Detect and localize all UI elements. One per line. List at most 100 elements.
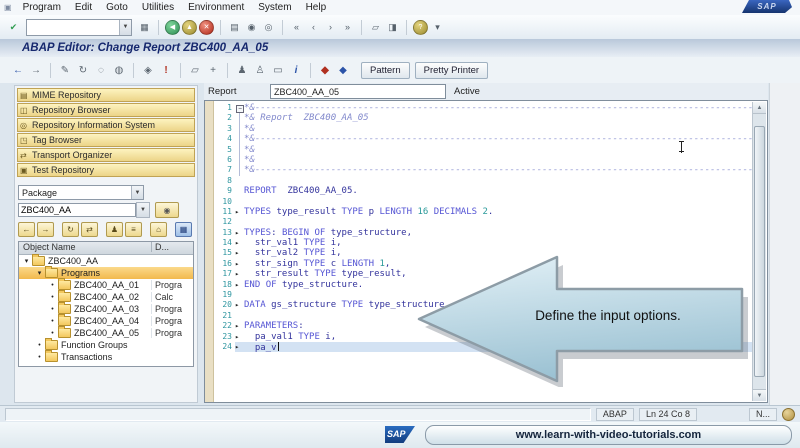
- code-line[interactable]: 15 ▸ str_val2 TYPE i,: [214, 248, 753, 258]
- sidebar-item-tag-browser[interactable]: ◳ Tag Browser: [17, 133, 195, 147]
- code-line[interactable]: 22 ▸ PARAMETERS:: [214, 321, 753, 331]
- status-indicator-icon[interactable]: [782, 407, 795, 421]
- display-object-button[interactable]: ◉: [155, 202, 179, 218]
- code-line[interactable]: 13 ▸ TYPES: BEGIN OF type_structure,: [214, 228, 753, 238]
- scrollbar-thumb[interactable]: [754, 126, 765, 377]
- tree-row-zbc400-aa-04[interactable]: • ZBC400_AA_04 Progra: [19, 314, 193, 327]
- exit-icon[interactable]: ▲: [182, 19, 197, 35]
- code-line[interactable]: 21: [214, 311, 753, 321]
- command-field[interactable]: [27, 20, 119, 34]
- favorites-icon[interactable]: ⌂: [150, 222, 167, 237]
- last-page-icon[interactable]: »: [340, 20, 355, 34]
- menu-item-environment[interactable]: Environment: [181, 2, 251, 13]
- test-icon[interactable]: ♟: [234, 62, 250, 78]
- command-dropdown-icon[interactable]: ▼: [119, 19, 131, 35]
- sidebar-item-repository-information-system[interactable]: ◎ Repository Information System: [17, 118, 195, 132]
- back-icon[interactable]: ←: [10, 62, 26, 78]
- tutorial-url[interactable]: www.learn-with-video-tutorials.com: [425, 425, 792, 445]
- sidebar-item-mime-repository[interactable]: ▤ MIME Repository: [17, 88, 195, 102]
- tree-row-programs[interactable]: ▾ Programs: [19, 266, 193, 279]
- inactive-version-icon[interactable]: ◍: [111, 62, 127, 78]
- code-line[interactable]: 23 ▸ pa_val1 TYPE i,: [214, 332, 753, 342]
- chevron-down-icon[interactable]: ▼: [131, 186, 143, 199]
- find-next-icon[interactable]: ◎: [261, 20, 276, 34]
- code-line[interactable]: 9 REPORT ZBC400_AA_05.: [214, 186, 753, 196]
- display-change-icon[interactable]: ✎: [57, 62, 73, 78]
- help-icon[interactable]: ?: [413, 19, 428, 35]
- menu-item-utilities[interactable]: Utilities: [135, 2, 181, 13]
- code-line[interactable]: 18 ▸ END OF type_structure.: [214, 280, 753, 290]
- print-icon[interactable]: ▤: [227, 20, 242, 34]
- new-session-icon[interactable]: ▱: [368, 20, 383, 34]
- menu-item-goto[interactable]: Goto: [99, 2, 135, 13]
- other-object-icon[interactable]: ◌: [93, 62, 109, 78]
- layout-menu-icon[interactable]: ▾: [430, 20, 445, 34]
- code-line[interactable]: 4 *&-------------------------------------…: [214, 134, 753, 145]
- history-forward-icon[interactable]: →: [37, 222, 54, 237]
- tree-row-transactions[interactable]: • Transactions: [19, 350, 193, 363]
- refresh-subtree-icon[interactable]: ⇄: [81, 222, 98, 237]
- navigation-icon[interactable]: +: [205, 62, 221, 78]
- browse-type-select[interactable]: Package ▼: [18, 185, 144, 200]
- transport-icon[interactable]: ◆: [335, 62, 351, 78]
- menu-item-edit[interactable]: Edit: [68, 2, 99, 13]
- history-back-icon[interactable]: ←: [18, 222, 35, 237]
- refresh-icon[interactable]: ↻: [75, 62, 91, 78]
- code-line[interactable]: 8: [214, 176, 753, 186]
- worklist-icon[interactable]: ♟: [106, 222, 123, 237]
- package-input[interactable]: [18, 203, 136, 217]
- sidebar-item-test-repository[interactable]: ▣ Test Repository: [17, 163, 195, 177]
- code-line[interactable]: 3 *&: [214, 123, 753, 135]
- code-line[interactable]: 12: [214, 217, 753, 227]
- report-name-field[interactable]: [270, 84, 446, 99]
- copy-icon[interactable]: ▱: [187, 62, 203, 78]
- tree-row-zbc400-aa-02[interactable]: • ZBC400_AA_02 Calc: [19, 290, 193, 303]
- code-line[interactable]: 24 ▸ pa_v: [214, 341, 753, 353]
- code-line[interactable]: 7 *&-------------------------------------…: [214, 165, 753, 177]
- pretty-printer-button[interactable]: Pretty Printer: [414, 61, 489, 79]
- settings-icon[interactable]: ▦: [175, 222, 192, 237]
- code-line[interactable]: 14 ▸ str_val1 TYPE i,: [214, 238, 753, 248]
- activate-icon[interactable]: ◆: [317, 62, 333, 78]
- code-line[interactable]: 6 *&: [214, 154, 753, 166]
- code-line[interactable]: 2 *& Report ZBC400_AA_05: [214, 113, 753, 125]
- enter-icon[interactable]: ✔: [6, 20, 21, 34]
- where-used-icon[interactable]: ◈: [140, 62, 156, 78]
- menu-item-program[interactable]: Program: [16, 2, 68, 13]
- save-icon[interactable]: ▦: [137, 20, 152, 34]
- sidebar-item-transport-organizer[interactable]: ⇄ Transport Organizer: [17, 148, 195, 162]
- fold-toggle-icon[interactable]: [235, 103, 244, 114]
- scroll-up-icon[interactable]: ▲: [753, 102, 766, 114]
- find-icon[interactable]: ◉: [244, 20, 259, 34]
- tree-row-zbc400-aa-03[interactable]: • ZBC400_AA_03 Progra: [19, 302, 193, 315]
- info-icon[interactable]: i: [288, 62, 304, 78]
- menu-item-help[interactable]: Help: [299, 2, 334, 13]
- screen-icon[interactable]: ▭: [270, 62, 286, 78]
- expander-icon[interactable]: ▾: [35, 269, 44, 277]
- cancel-icon[interactable]: ✕: [199, 19, 214, 35]
- package-dropdown-icon[interactable]: ▼: [136, 202, 150, 218]
- pattern-button[interactable]: Pattern: [361, 61, 410, 79]
- code-line[interactable]: 17 ▸ str_result TYPE type_result,: [214, 269, 753, 279]
- menu-item-system[interactable]: System: [251, 2, 298, 13]
- forward-icon[interactable]: →: [28, 62, 44, 78]
- scroll-down-icon[interactable]: ▼: [753, 389, 766, 401]
- code-line[interactable]: 1 *&-------------------------------------…: [214, 103, 753, 114]
- code-line[interactable]: 16 ▸ str_sign TYPE c LENGTH 1,: [214, 259, 753, 269]
- first-page-icon[interactable]: «: [289, 20, 304, 34]
- debug-icon[interactable]: ♙: [252, 62, 268, 78]
- back-icon[interactable]: ◀: [165, 19, 180, 35]
- code-line[interactable]: 10: [214, 197, 753, 207]
- page-up-icon[interactable]: ‹: [306, 20, 321, 34]
- page-down-icon[interactable]: ›: [323, 20, 338, 34]
- code-line[interactable]: 11 ▸ TYPES type_result TYPE p LENGTH 16 DE…: [214, 207, 753, 217]
- code-line[interactable]: 20 ▸ DATA gs_structure TYPE type_structure…: [214, 300, 753, 310]
- tree-row-zbc400-aa-01[interactable]: • ZBC400_AA_01 Progra: [19, 278, 193, 291]
- breakpoint-gutter[interactable]: [205, 101, 214, 402]
- create-shortcut-icon[interactable]: ◨: [385, 20, 400, 34]
- refresh-icon[interactable]: ↻: [62, 222, 79, 237]
- vertical-scrollbar[interactable]: ▲ ▼: [752, 102, 766, 401]
- object-list-icon[interactable]: ≡: [125, 222, 142, 237]
- expander-icon[interactable]: ▾: [22, 257, 31, 265]
- syntax-check-icon[interactable]: !: [158, 62, 174, 78]
